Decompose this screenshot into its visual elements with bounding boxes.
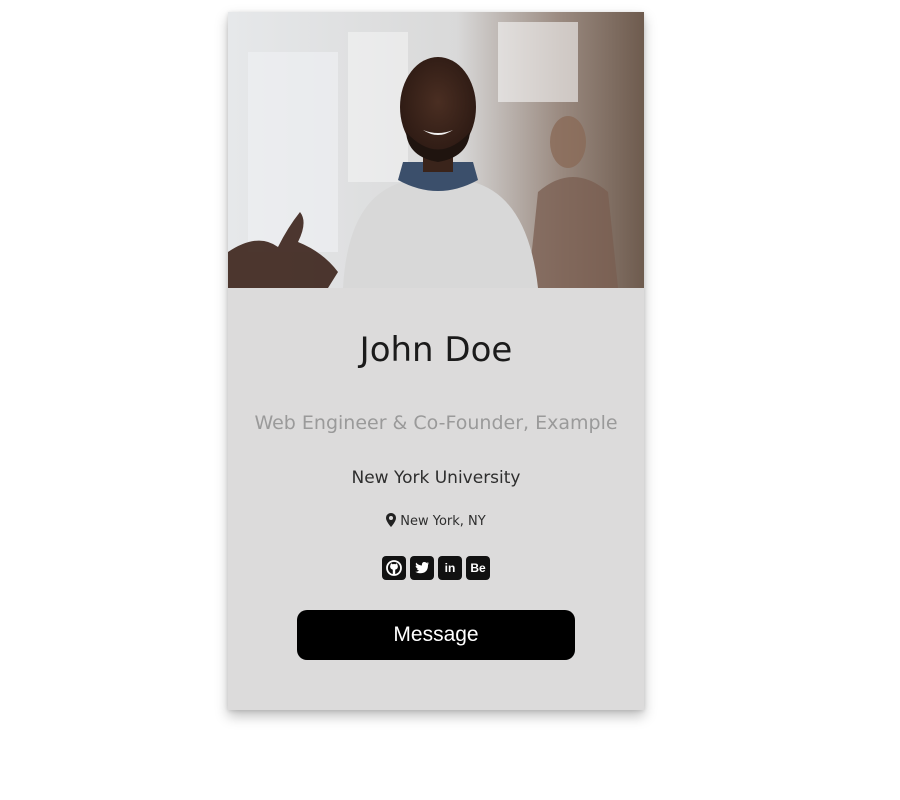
profile-location: New York, NY [228,512,644,532]
message-button[interactable]: Message [297,610,575,660]
profile-card: John Doe Web Engineer & Co-Founder, Exam… [228,12,644,710]
linkedin-link[interactable]: in [438,556,462,580]
linkedin-icon: in [444,561,456,575]
twitter-link[interactable] [410,556,434,580]
location-text: New York, NY [400,514,486,529]
behance-icon: Be [470,561,486,575]
social-links: in Be [228,556,644,580]
profile-title: Web Engineer & Co-Founder, Example [254,412,618,434]
github-icon [386,560,402,576]
behance-link[interactable]: Be [466,556,490,580]
profile-photo [228,12,644,288]
profile-name: John Doe [359,330,513,370]
twitter-icon [415,562,429,574]
map-pin-icon [386,513,397,527]
github-link[interactable] [382,556,406,580]
profile-school: New York University [351,468,521,488]
